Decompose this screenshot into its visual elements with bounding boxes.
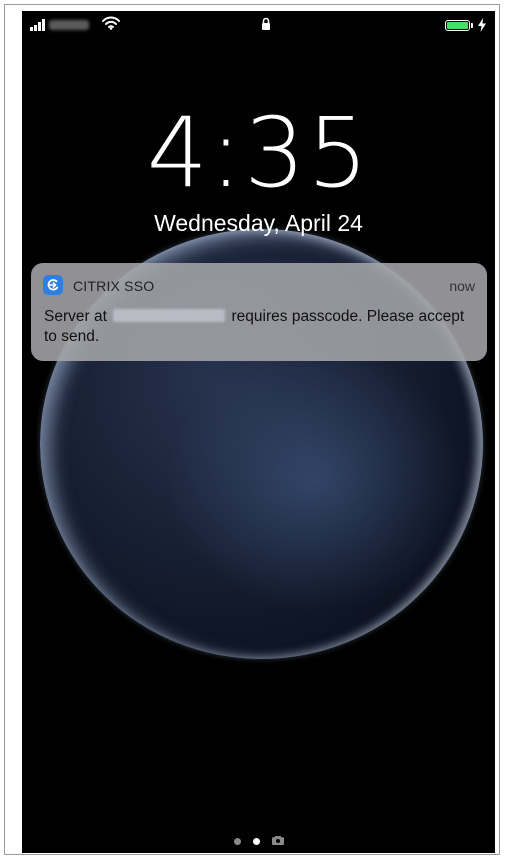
page-dot-active — [252, 837, 260, 845]
wifi-icon — [102, 16, 120, 35]
page-indicator — [22, 832, 495, 850]
status-bar — [22, 11, 495, 41]
notification-app-name: CITRIX SSO — [73, 278, 155, 294]
camera-icon[interactable] — [271, 832, 284, 850]
charging-bolt-icon — [478, 18, 486, 37]
notification-time: now — [449, 278, 475, 294]
lock-screen-date: Wednesday, April 24 — [154, 210, 363, 236]
notification-card[interactable]: CITRIX SSO now Server at requires passco… — [31, 263, 487, 361]
lock-icon — [261, 17, 271, 36]
page-dot — [233, 837, 241, 845]
server-address-redacted — [113, 309, 226, 322]
lock-screen: 4:35 Wednesday, April 24 CITRIX SSO now … — [22, 11, 495, 853]
battery-level — [447, 22, 468, 29]
battery-tip — [471, 23, 473, 28]
notification-message: Server at requires passcode. Please acce… — [44, 307, 474, 347]
carrier-name-redacted — [49, 20, 89, 30]
notification-message-prefix: Server at — [44, 308, 107, 325]
battery-icon — [445, 20, 470, 31]
lock-screen-time: 4:35 — [146, 97, 371, 209]
notification-message-suffix: requires passcode. Please accept to send… — [44, 308, 465, 345]
citrix-sso-icon — [43, 275, 63, 295]
cellular-signal-icon — [30, 19, 45, 31]
